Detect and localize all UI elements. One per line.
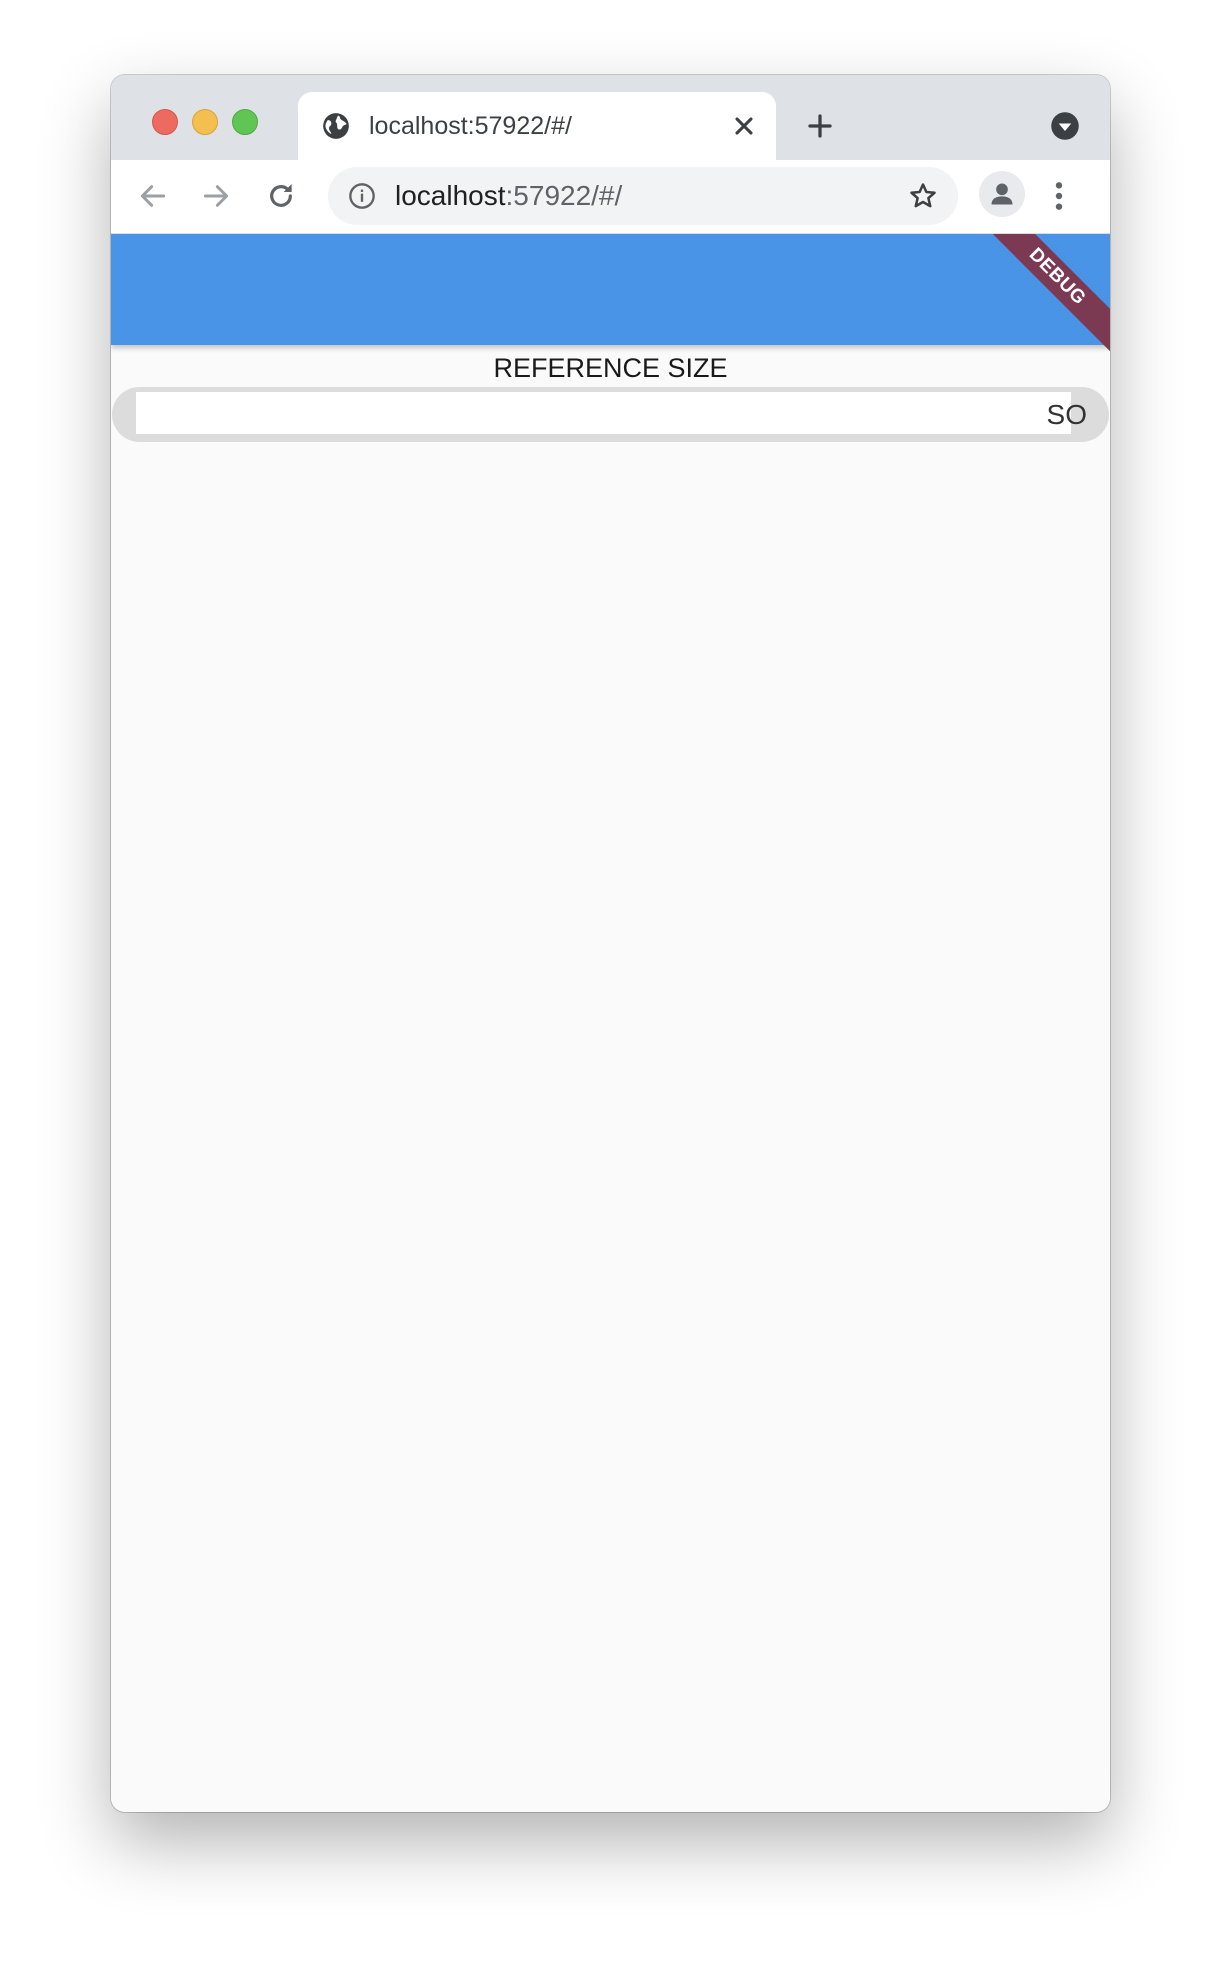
forward-arrow-icon[interactable] [200,180,232,212]
page-content: DEBUG REFERENCE SIZE SO [111,234,1110,1812]
url-text[interactable]: localhost:57922/#/ [395,179,622,213]
tab-active[interactable]: localhost:57922/#/ [298,92,776,160]
reference-track: SO [112,387,1109,442]
more-vertical-icon[interactable] [1053,180,1065,212]
back-arrow-icon[interactable] [137,180,169,212]
info-icon[interactable] [348,182,376,210]
close-icon[interactable] [730,112,758,140]
url-path: :57922/#/ [505,180,623,211]
maximize-window-button[interactable] [232,109,258,135]
url-host: localhost [395,180,506,211]
chevron-down-icon[interactable] [1050,111,1080,141]
browser-window: localhost:57922/#/ localhost:57922/#/ DE… [111,75,1110,1812]
plus-icon[interactable] [805,111,835,141]
address-bar[interactable]: localhost:57922/#/ [328,167,958,225]
reference-size-label: REFERENCE SIZE [493,353,728,383]
profile-button[interactable] [979,171,1025,217]
profile-icon [991,183,1013,205]
reload-icon[interactable] [265,180,297,212]
browser-toolbar: localhost:57922/#/ [111,160,1110,234]
tab-strip: localhost:57922/#/ [111,75,1110,160]
track-fill [136,392,1071,434]
tab-title: localhost:57922/#/ [369,112,572,140]
track-text: SO [1046,399,1087,430]
globe-icon [323,113,349,139]
minimize-window-button[interactable] [192,109,218,135]
close-window-button[interactable] [152,109,178,135]
star-icon[interactable] [908,181,938,211]
app-bar [111,234,1110,345]
